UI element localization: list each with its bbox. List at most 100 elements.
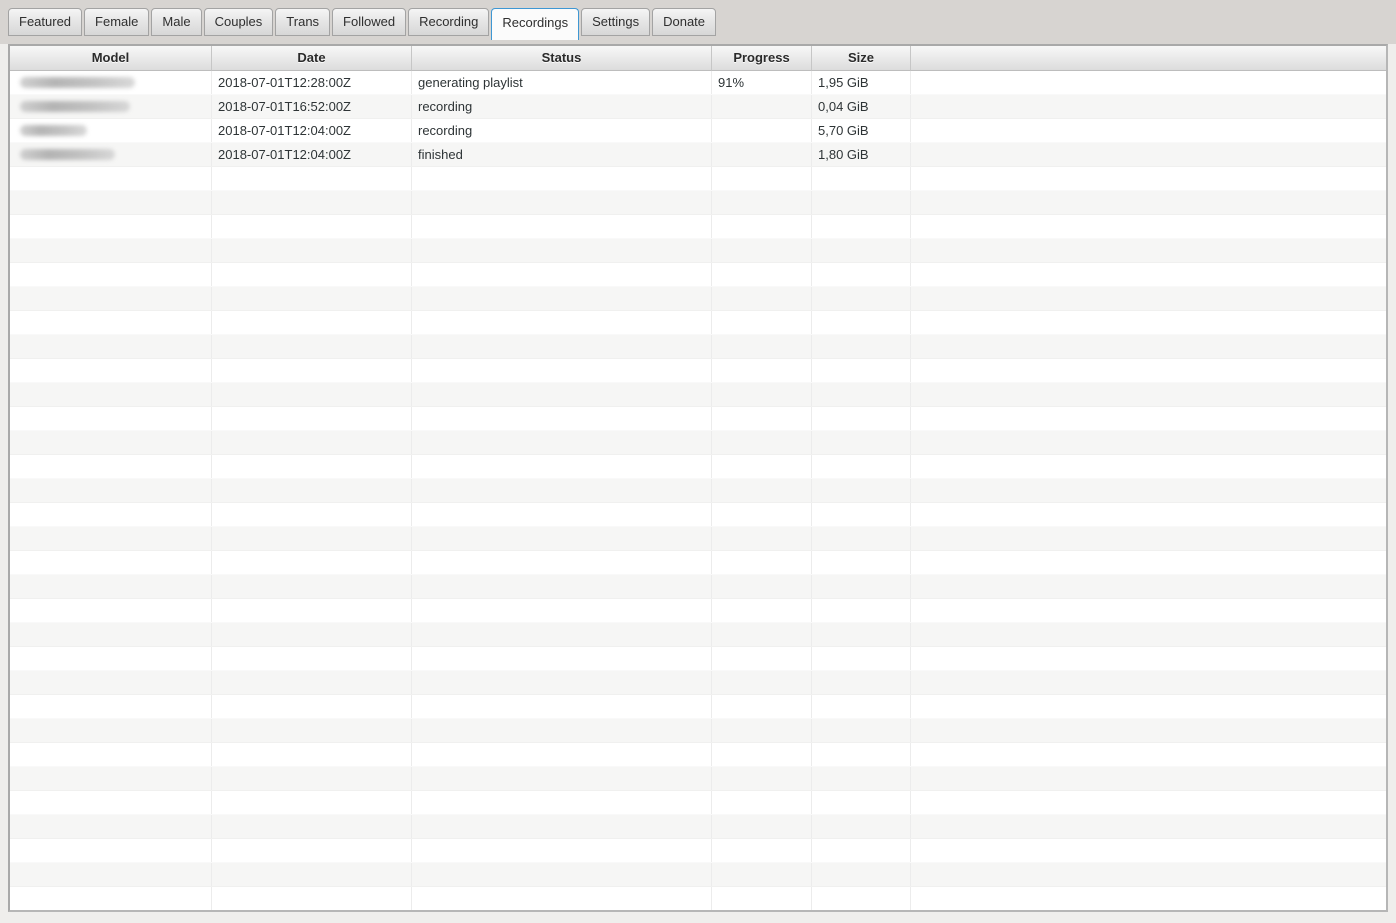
cell-filler <box>911 143 1386 166</box>
table-row[interactable]: 2018-07-01T12:04:00Z recording 5,70 GiB <box>10 119 1386 143</box>
cell-model <box>10 311 212 334</box>
cell-date <box>212 599 412 622</box>
column-header-size[interactable]: Size <box>812 46 911 71</box>
cell-date <box>212 575 412 598</box>
cell-model <box>10 671 212 694</box>
column-header-label: Progress <box>733 50 790 65</box>
cell-status <box>412 479 712 502</box>
tab-label: Recordings <box>502 15 569 30</box>
cell-status <box>412 311 712 334</box>
empty-table-row <box>10 407 1386 431</box>
cell-filler <box>911 695 1386 718</box>
cell-filler <box>911 887 1386 910</box>
cell-date <box>212 671 412 694</box>
column-header-label: Model <box>91 50 130 65</box>
cell-date <box>212 311 412 334</box>
cell-date <box>212 863 412 886</box>
cell-size: 1,80 GiB <box>812 143 911 166</box>
cell-status <box>412 239 712 262</box>
cell-progress <box>712 767 812 790</box>
empty-table-row <box>10 503 1386 527</box>
cell-filler <box>911 215 1386 238</box>
tab-recordings[interactable]: Recordings <box>491 8 580 40</box>
cell-model <box>10 335 212 358</box>
cell-date <box>212 527 412 550</box>
cell-filler <box>911 743 1386 766</box>
cell-model <box>10 479 212 502</box>
cell-model <box>10 887 212 910</box>
cell-size <box>812 383 911 406</box>
tab-followed[interactable]: Followed <box>332 8 407 36</box>
tab-female[interactable]: Female <box>84 8 150 36</box>
cell-progress <box>712 551 812 574</box>
cell-filler <box>911 119 1386 142</box>
cell-status <box>412 791 712 814</box>
cell-model <box>10 263 212 286</box>
tab-donate[interactable]: Donate <box>652 8 717 36</box>
cell-progress <box>712 527 812 550</box>
empty-table-row <box>10 167 1386 191</box>
cell-status <box>412 599 712 622</box>
cell-model <box>10 599 212 622</box>
cell-progress <box>712 455 812 478</box>
cell-model <box>10 767 212 790</box>
column-header-progress[interactable]: Progress <box>712 46 812 71</box>
cell-filler <box>911 647 1386 670</box>
empty-table-row <box>10 335 1386 359</box>
redacted-model-name <box>20 149 115 160</box>
cell-size <box>812 239 911 262</box>
cell-text-progress: 91% <box>718 75 745 90</box>
redacted-model-name <box>20 77 135 88</box>
tab-male[interactable]: Male <box>151 8 202 36</box>
cell-size <box>812 647 911 670</box>
cell-text-size: 0,04 GiB <box>818 99 869 114</box>
cell-date <box>212 191 412 214</box>
cell-filler <box>911 359 1386 382</box>
column-header-date[interactable]: Date <box>212 46 412 71</box>
cell-progress <box>712 839 812 862</box>
cell-progress <box>712 311 812 334</box>
cell-size <box>812 455 911 478</box>
tab-settings[interactable]: Settings <box>581 8 651 36</box>
cell-model <box>10 623 212 646</box>
cell-filler <box>911 863 1386 886</box>
column-header-label: Status <box>541 50 582 65</box>
cell-size <box>812 335 911 358</box>
cell-model <box>10 503 212 526</box>
column-header-model[interactable]: Model <box>10 46 212 71</box>
cell-model <box>10 551 212 574</box>
table-row[interactable]: 2018-07-01T16:52:00Z recording 0,04 GiB <box>10 95 1386 119</box>
cell-status: recording <box>412 119 712 142</box>
cell-model <box>10 695 212 718</box>
empty-table-row <box>10 599 1386 623</box>
cell-filler <box>911 671 1386 694</box>
column-header-status[interactable]: Status <box>412 46 712 71</box>
table-row[interactable]: 2018-07-01T12:04:00Z finished 1,80 GiB <box>10 143 1386 167</box>
empty-table-row <box>10 815 1386 839</box>
cell-filler <box>911 239 1386 262</box>
cell-model <box>10 191 212 214</box>
cell-text-size: 1,80 GiB <box>818 147 869 162</box>
cell-date <box>212 263 412 286</box>
cell-model <box>10 743 212 766</box>
tab-featured[interactable]: Featured <box>8 8 83 36</box>
cell-filler <box>911 527 1386 550</box>
cell-progress <box>712 647 812 670</box>
cell-date <box>212 359 412 382</box>
cell-date <box>212 407 412 430</box>
cell-size <box>812 599 911 622</box>
cell-progress <box>712 407 812 430</box>
table-row[interactable]: 2018-07-01T12:28:00Z generating playlist 9… <box>10 71 1386 95</box>
cell-status <box>412 503 712 526</box>
cell-status <box>412 455 712 478</box>
tab-couples[interactable]: Couples <box>203 8 274 36</box>
cell-status <box>412 359 712 382</box>
empty-table-row <box>10 887 1386 910</box>
recordings-table: Model Date Status Progress Size 2018-07-01T1… <box>8 44 1388 912</box>
empty-table-row <box>10 791 1386 815</box>
cell-status: recording <box>412 95 712 118</box>
cell-model <box>10 71 212 94</box>
cell-size: 0,04 GiB <box>812 95 911 118</box>
tab-trans[interactable]: Trans <box>275 8 331 36</box>
tab-recording[interactable]: Recording <box>408 8 490 36</box>
